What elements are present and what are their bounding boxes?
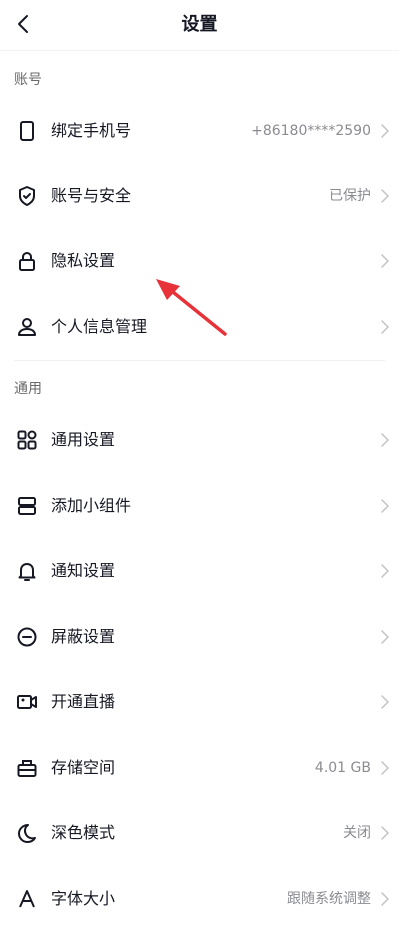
storage-row[interactable]: 存储空间 4.01 GB xyxy=(0,736,399,800)
section-divider xyxy=(14,360,385,361)
account-security-label: 账号与安全 xyxy=(51,186,132,205)
add-widget-row[interactable]: 添加小组件 xyxy=(0,474,399,538)
moon-icon xyxy=(18,824,36,843)
lock-icon xyxy=(19,251,35,271)
font-size-row[interactable]: 字体大小 跟随系统调整 xyxy=(0,867,399,931)
storage-label: 存储空间 xyxy=(51,758,116,777)
chevron-right-icon xyxy=(381,254,390,268)
chevron-right-icon xyxy=(381,189,390,203)
chevron-right-icon xyxy=(381,761,390,775)
block-settings-label: 屏蔽设置 xyxy=(51,627,116,646)
storage-icon xyxy=(17,760,37,777)
add-widget-label: 添加小组件 xyxy=(51,496,132,515)
privacy-settings-label: 隐私设置 xyxy=(51,251,116,270)
general-settings-row[interactable]: 通用设置 xyxy=(0,408,399,472)
grid-icon xyxy=(17,430,37,450)
phone-icon xyxy=(20,121,34,141)
bell-icon xyxy=(18,563,36,581)
dark-mode-label: 深色模式 xyxy=(51,823,116,842)
dark-mode-row[interactable]: 深色模式 关闭 xyxy=(0,801,399,865)
bind-phone-value: +86180****2590 xyxy=(251,123,371,139)
dark-mode-value: 关闭 xyxy=(343,825,371,841)
general-settings-label: 通用设置 xyxy=(51,430,116,449)
shield-check-icon xyxy=(19,186,35,206)
top-bar: 设置 xyxy=(0,0,399,51)
block-icon xyxy=(17,627,37,647)
bind-phone-row[interactable]: 绑定手机号 +86180****2590 xyxy=(0,99,399,163)
person-icon xyxy=(18,318,36,336)
account-security-value: 已保护 xyxy=(329,188,371,204)
font-size-value: 跟随系统调整 xyxy=(287,891,371,907)
account-security-row[interactable]: 账号与安全 已保护 xyxy=(0,164,399,228)
chevron-right-icon xyxy=(381,433,390,447)
chevron-right-icon xyxy=(381,695,390,709)
annotation-arrow-icon xyxy=(156,279,227,336)
live-camera-icon xyxy=(17,695,37,709)
notification-settings-row[interactable]: 通知设置 xyxy=(0,539,399,603)
page-title: 设置 xyxy=(181,14,218,35)
section-title-account: 账号 xyxy=(14,72,42,88)
start-live-label: 开通直播 xyxy=(51,692,116,711)
font-size-label: 字体大小 xyxy=(51,889,116,908)
personal-info-label: 个人信息管理 xyxy=(51,317,148,336)
storage-value: 4.01 GB xyxy=(314,760,371,776)
chevron-right-icon xyxy=(381,892,390,906)
chevron-right-icon xyxy=(381,826,390,840)
block-settings-row[interactable]: 屏蔽设置 xyxy=(0,605,399,669)
start-live-row[interactable]: 开通直播 xyxy=(0,670,399,734)
widget-icon xyxy=(18,497,36,515)
chevron-right-icon xyxy=(381,499,390,513)
section-title-general: 通用 xyxy=(14,381,42,397)
font-size-icon xyxy=(19,890,35,908)
chevron-right-icon xyxy=(381,630,390,644)
notification-settings-label: 通知设置 xyxy=(51,561,116,580)
chevron-right-icon xyxy=(381,320,390,334)
bind-phone-label: 绑定手机号 xyxy=(51,121,132,140)
chevron-right-icon xyxy=(381,564,390,578)
chevron-right-icon xyxy=(381,124,390,138)
